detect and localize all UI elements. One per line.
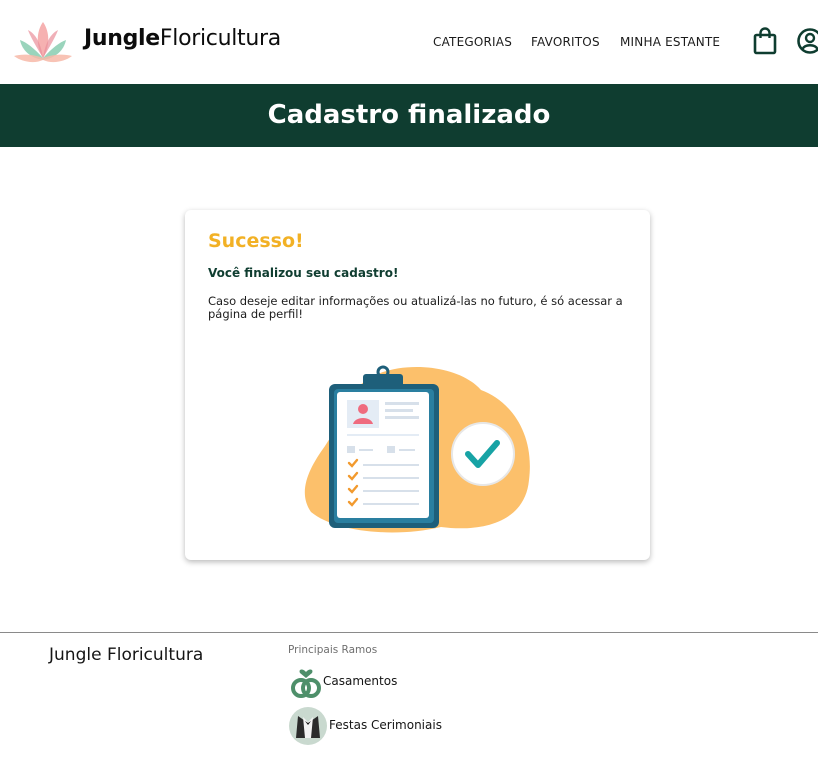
tuxedo-icon[interactable] [288,706,328,746]
success-message: Caso deseje editar informações ou atuali… [208,294,623,321]
ramo-casamentos[interactable]: Casamentos [323,674,397,688]
footer-section-title: Principais Ramos [288,644,378,656]
ramo-festas-cerimoniais[interactable]: Festas Cerimoniais [329,718,442,732]
page-banner: Cadastro finalizado [0,84,818,147]
footer-divider [0,632,818,633]
nav-favoritos[interactable]: FAVORITOS [531,35,600,49]
success-title: Sucesso! [208,230,304,252]
clipboard-checklist-illustration [304,365,530,533]
page-title: Cadastro finalizado [267,100,551,130]
success-card: Sucesso! Você finalizou seu cadastro! Ca… [185,210,650,560]
nav-minha-estante[interactable]: MINHA ESTANTE [620,35,720,49]
lotus-logo-icon[interactable] [12,18,74,64]
success-subtitle: Você finalizou seu cadastro! [208,266,399,280]
footer-brand: Jungle Floricultura [49,645,204,665]
nav-categorias[interactable]: CATEGORIAS [433,35,512,49]
site-header: JungleFloricultura CATEGORIAS FAVORITOS … [0,0,818,84]
brand-regular: Floricultura [159,26,281,51]
brand-name[interactable]: JungleFloricultura [84,26,281,51]
brand-bold: Jungle [84,26,160,51]
wedding-rings-icon[interactable] [288,663,324,699]
shopping-bag-icon[interactable] [752,27,778,55]
user-circle-icon[interactable] [796,27,818,55]
